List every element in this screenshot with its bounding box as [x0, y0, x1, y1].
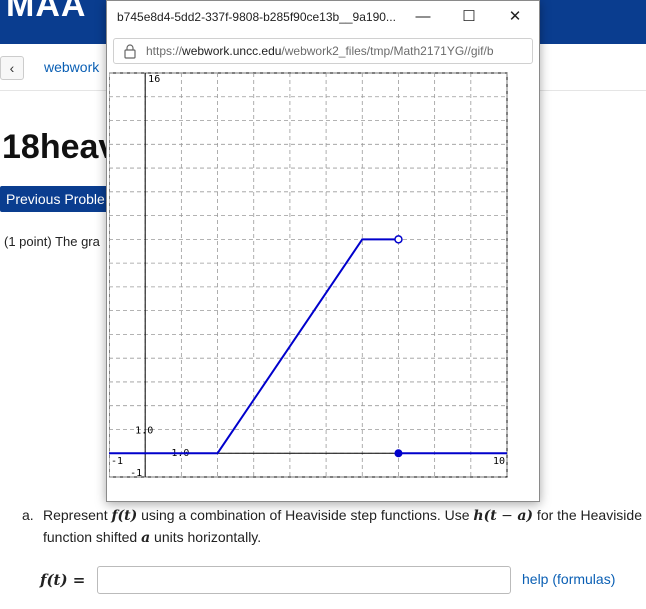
math-ft: f(t)	[111, 508, 138, 524]
maximize-button[interactable]: ☐	[451, 4, 487, 30]
back-button[interactable]: ‹	[0, 56, 24, 80]
breadcrumb-webwork[interactable]: webwork	[44, 59, 99, 75]
math-h-t: h(t	[473, 508, 497, 524]
open-endpoint-marker	[394, 235, 403, 244]
step-function-graph: 1610-1-11.01.0	[109, 72, 508, 479]
part-a-question: a. Represent f(t) using a combination of…	[16, 505, 644, 549]
answer-input[interactable]	[97, 566, 511, 594]
math-a: a	[141, 530, 151, 546]
lock-icon	[124, 44, 136, 59]
tick-label-x-max: 10	[493, 456, 505, 467]
tick-label-y-unit: 1.0	[135, 425, 153, 436]
previous-problem-button[interactable]: Previous Proble	[0, 186, 110, 212]
address-bar[interactable]: https://webwork.uncc.edu/webwork2_files/…	[113, 38, 533, 64]
popup-title-bar[interactable]: b745e8d4-5dd2-337f-9808-b285f90ce13b__9a…	[107, 1, 539, 33]
graph-popup-window: b745e8d4-5dd2-337f-9808-b285f90ce13b__9a…	[106, 0, 540, 502]
problem-statement: (1 point) The gra	[4, 234, 100, 249]
close-button[interactable]: ✕	[497, 4, 533, 30]
math-a-close: a)	[517, 508, 534, 524]
url-text: https://webwork.uncc.edu/webwork2_files/…	[146, 44, 494, 58]
tick-label-x-min: -1	[111, 456, 123, 467]
part-a-text: Represent f(t) using a combination of He…	[43, 507, 642, 546]
help-formulas-link[interactable]: help (formulas)	[522, 571, 615, 587]
closed-endpoint-marker	[394, 449, 403, 458]
tick-label-y-min: -1	[130, 468, 142, 479]
popup-title: b745e8d4-5dd2-337f-9808-b285f90ce13b__9a…	[117, 10, 396, 24]
answer-row: f(t) = help (formulas)	[40, 565, 640, 595]
graph-frame	[109, 72, 508, 478]
maa-logo: MAA	[6, 0, 87, 24]
minimize-button[interactable]: —	[405, 4, 441, 30]
answer-label: f(t) =	[40, 571, 86, 589]
part-a-label: a.	[22, 507, 34, 523]
tick-label-y-max: 16	[148, 74, 160, 85]
